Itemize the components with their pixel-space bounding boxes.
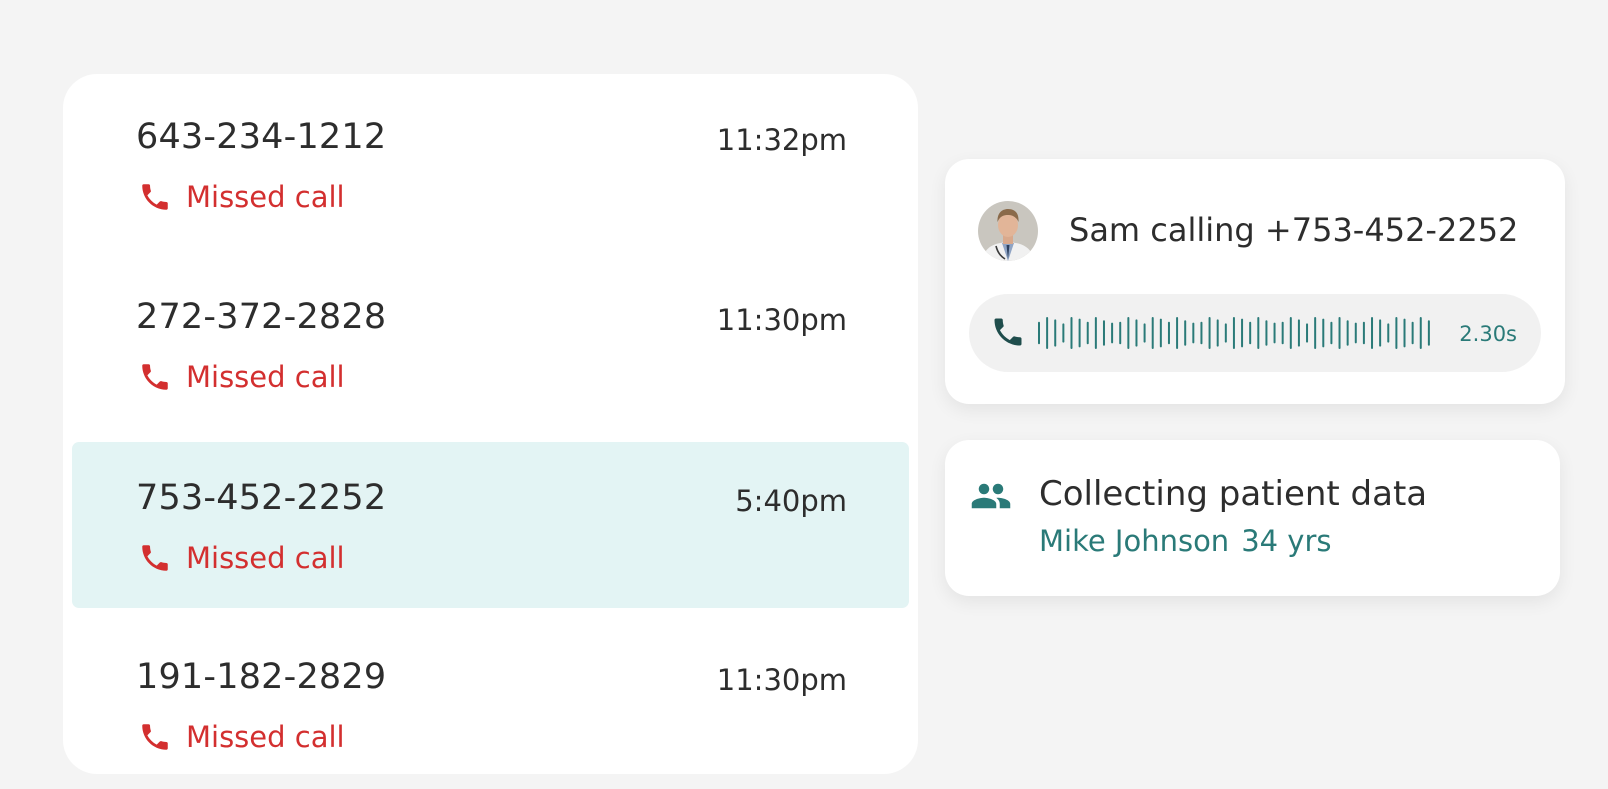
- waveform-bar: [1086, 321, 1089, 345]
- waveform-bar: [1314, 317, 1317, 349]
- waveform-bar: [1411, 321, 1414, 345]
- call-status-label: Missed call: [186, 360, 345, 394]
- caller-text: Sam calling +753-452-2252: [1069, 211, 1519, 249]
- missed-call-phone-icon: [142, 184, 168, 210]
- call-status-label: Missed call: [186, 720, 345, 754]
- waveform-bar: [1257, 317, 1260, 349]
- waveform-bar: [1297, 319, 1300, 347]
- call-time: 11:32pm: [716, 123, 847, 157]
- waveform-bar: [1070, 317, 1073, 349]
- waveform-bar: [1281, 321, 1284, 345]
- waveform-bar: [1330, 321, 1333, 345]
- waveform-bar: [1265, 320, 1268, 346]
- caller-avatar-image: [978, 201, 1038, 261]
- call-number: 753-452-2252: [136, 478, 387, 518]
- call-status: Missed call: [138, 719, 345, 755]
- incoming-call-card: Sam calling +753-452-2252 2.30s: [945, 159, 1565, 404]
- patient-name: Mike Johnson: [1039, 524, 1230, 558]
- waveform-bar: [1379, 319, 1382, 347]
- waveform-bar: [1371, 317, 1374, 349]
- call-log-item-selected[interactable]: 753-452-2252 5:40pm Missed call: [72, 442, 909, 608]
- waveform-bar: [1403, 318, 1406, 348]
- call-number: 191-182-2829: [136, 657, 387, 697]
- call-time: 11:30pm: [716, 663, 847, 697]
- waveform-bar: [1362, 321, 1365, 345]
- waveform-bar: [1159, 318, 1162, 348]
- waveform-bar: [1094, 317, 1097, 349]
- waveform-bar: [1387, 323, 1390, 343]
- patient-status-title: Collecting patient data: [1039, 474, 1428, 514]
- missed-call-phone-icon: [142, 364, 168, 390]
- waveform-bar: [1249, 321, 1252, 345]
- waveform-bar: [1038, 321, 1040, 345]
- audio-playback-pill[interactable]: 2.30s: [969, 294, 1541, 372]
- missed-call-phone-icon: [142, 724, 168, 750]
- waveform-bar: [1419, 317, 1422, 349]
- waveform-bar: [1354, 322, 1357, 344]
- call-number: 272-372-2828: [136, 297, 387, 337]
- patient-age: 34 yrs: [1241, 524, 1332, 558]
- waveform-bar: [1289, 317, 1292, 349]
- waveform-bar: [1143, 323, 1146, 343]
- call-status-label: Missed call: [186, 541, 345, 575]
- call-number: 643-234-1212: [136, 117, 387, 157]
- call-time: 5:40pm: [735, 484, 847, 518]
- waveform-bar: [1200, 321, 1203, 345]
- waveform-bar: [1224, 323, 1227, 343]
- waveform-bar: [1216, 319, 1219, 347]
- waveform-bar: [1208, 317, 1211, 349]
- waveform-bar: [1338, 317, 1341, 349]
- call-status: Missed call: [138, 359, 345, 395]
- waveform-bar: [1167, 321, 1170, 345]
- waveform-bar: [1322, 318, 1325, 348]
- waveform-bar: [1306, 323, 1309, 343]
- call-duration: 2.30s: [1459, 322, 1517, 346]
- call-log-item[interactable]: 643-234-1212 11:32pm Missed call: [72, 74, 909, 240]
- waveform-bar: [1184, 320, 1187, 346]
- waveform-bar: [1054, 319, 1057, 347]
- call-log-item[interactable]: 191-182-2829 11:30pm Missed call: [72, 623, 909, 789]
- patient-details: Mike Johnson 34 yrs: [1039, 522, 1332, 560]
- people-icon: [971, 483, 1011, 509]
- waveform-bar: [1046, 317, 1049, 349]
- call-status: Missed call: [138, 179, 345, 215]
- audio-waveform[interactable]: [1037, 317, 1435, 349]
- waveform-bar: [1062, 323, 1065, 343]
- call-status: Missed call: [138, 540, 345, 576]
- waveform-bar: [1192, 322, 1195, 344]
- call-status-label: Missed call: [186, 180, 345, 214]
- call-log-panel: 643-234-1212 11:32pm Missed call 272-372…: [63, 74, 918, 774]
- call-log-item[interactable]: 272-372-2828 11:30pm Missed call: [72, 254, 909, 420]
- waveform-bar: [1395, 317, 1398, 349]
- waveform-bar: [1135, 319, 1138, 347]
- call-time: 11:30pm: [716, 303, 847, 337]
- waveform-bar: [1427, 320, 1430, 346]
- patient-data-card: Collecting patient data Mike Johnson 34 y…: [945, 440, 1560, 596]
- waveform-bar: [1111, 322, 1114, 344]
- waveform-bar: [1232, 317, 1235, 349]
- phone-icon: [994, 318, 1022, 346]
- waveform-bar: [1241, 318, 1244, 348]
- waveform-bar: [1102, 320, 1105, 346]
- waveform-bar: [1176, 317, 1179, 349]
- waveform-bar: [1119, 321, 1122, 345]
- avatar: [978, 201, 1038, 261]
- waveform-bar: [1127, 317, 1130, 349]
- waveform-bar: [1346, 320, 1349, 346]
- waveform-bar: [1078, 318, 1081, 348]
- waveform-bar: [1273, 322, 1276, 344]
- missed-call-phone-icon: [142, 545, 168, 571]
- waveform-bar: [1151, 317, 1154, 349]
